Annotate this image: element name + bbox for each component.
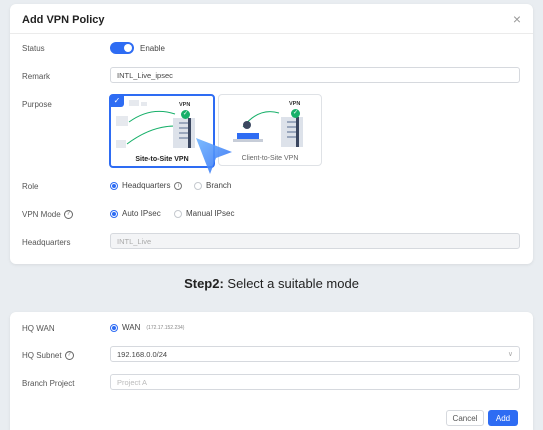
hq-subnet-value: 192.168.0.0/24	[117, 349, 168, 359]
headquarters-input: INTL_Live	[110, 233, 520, 249]
pointer-cursor-icon	[196, 138, 232, 174]
vpn-tag: VPN	[289, 101, 301, 107]
remark-label: Remark	[22, 72, 51, 81]
add-button[interactable]: Add	[488, 410, 518, 426]
info-icon: i	[174, 181, 183, 190]
check-circle-icon: ✓	[181, 110, 190, 119]
vpn-tag: VPN	[179, 102, 191, 108]
hq-settings-panel: HQ WAN WAN (172.17.152.234) HQ Subnet ? 1…	[10, 312, 533, 430]
hq-subnet-select[interactable]: 192.168.0.0/24 ∨	[110, 346, 520, 362]
remark-input[interactable]: INTL_Live_ipsec	[110, 67, 520, 83]
role-radio-branch[interactable]: Branch	[194, 181, 231, 190]
status-label: Status	[22, 44, 45, 53]
help-icon: ?	[63, 210, 73, 219]
dialog-title: Add VPN Policy	[22, 14, 105, 26]
headquarters-label: Headquarters	[22, 238, 71, 247]
status-toggle[interactable]	[110, 42, 134, 54]
step-text: Select a suitable mode	[223, 276, 359, 291]
chevron-down-icon: ∨	[507, 351, 513, 358]
hq-wan-radio[interactable]: WAN (172.17.152.234)	[110, 323, 184, 332]
title-divider	[10, 33, 533, 34]
step-prefix: Step2:	[184, 276, 224, 291]
branch-project-label: Branch Project	[22, 379, 75, 388]
close-icon[interactable]: ×	[513, 12, 521, 26]
purpose-label: Purpose	[22, 100, 52, 109]
role-radio-headquarters[interactable]: Headquarters i	[110, 181, 183, 190]
vpn-mode-label: VPN Mode ?	[22, 210, 73, 219]
status-toggle-text: Enable	[140, 44, 165, 53]
help-icon: ?	[64, 351, 74, 360]
branch-project-input[interactable]: Project A	[110, 374, 520, 390]
check-circle-icon: ✓	[291, 109, 300, 118]
hq-subnet-label: HQ Subnet ?	[22, 351, 74, 360]
vpn-mode-radio-manual[interactable]: Manual IPsec	[174, 209, 234, 218]
headquarters-value: INTL_Live	[117, 236, 152, 246]
branch-project-placeholder: Project A	[117, 377, 148, 387]
remark-value: INTL_Live_ipsec	[117, 70, 173, 80]
hq-wan-ip: (172.17.152.234)	[146, 324, 185, 331]
role-label: Role	[22, 182, 39, 191]
step-heading: Step2: Select a suitable mode	[0, 276, 543, 291]
cancel-button[interactable]: Cancel	[446, 410, 484, 426]
add-vpn-policy-dialog: Add VPN Policy × Status Enable Remark IN…	[10, 4, 533, 264]
hq-wan-label: HQ WAN	[22, 324, 55, 333]
vpn-mode-radio-auto[interactable]: Auto IPsec	[110, 209, 161, 218]
